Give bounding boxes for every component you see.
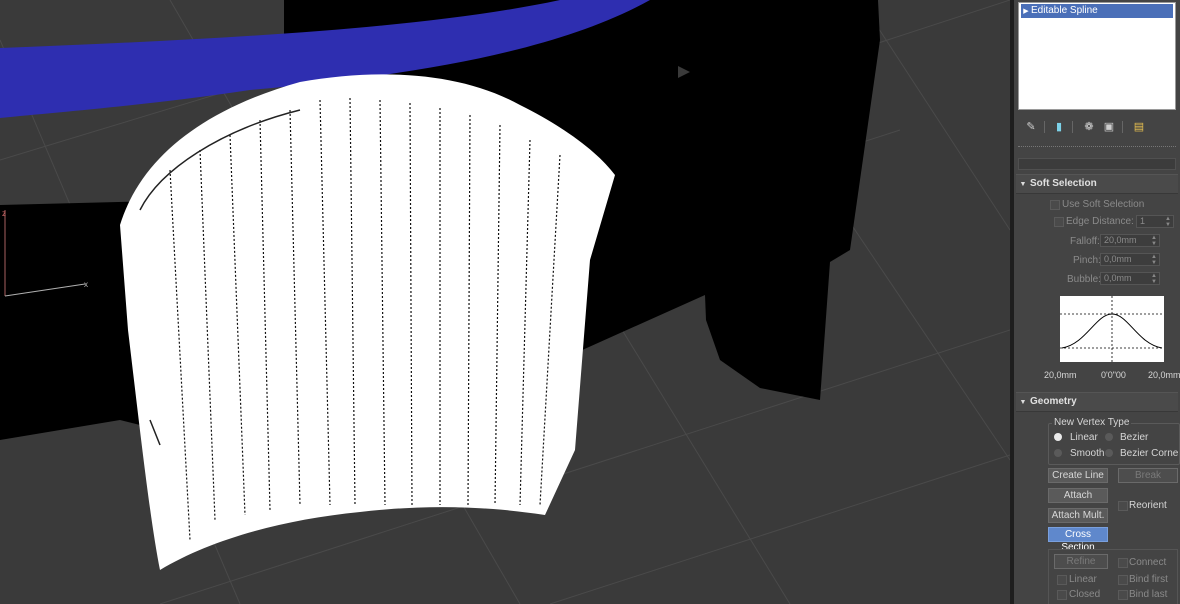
pinch-label: Pinch: — [1073, 255, 1101, 266]
vertex-type-linear-radio[interactable] — [1054, 433, 1062, 441]
show-end-result-icon[interactable]: ▮ — [1052, 120, 1066, 134]
attach-button[interactable]: Attach — [1048, 488, 1108, 503]
curve-left-label: 20,0mm — [1044, 370, 1077, 380]
bubble-value: 0,0mm — [1104, 273, 1132, 283]
curve-right-label: 20,0mm — [1148, 370, 1180, 380]
bind-last-label: Bind last — [1129, 589, 1168, 600]
modifier-stack-item-editable-spline[interactable]: ▶ Editable Spline — [1021, 4, 1173, 18]
bind-last-checkbox[interactable] — [1118, 590, 1128, 600]
bubble-label: Bubble: — [1067, 274, 1101, 285]
linear-label: Linear — [1069, 574, 1097, 585]
spinner-arrows-icon[interactable]: ▲ ▼ — [1165, 216, 1171, 228]
vertex-type-bezier-corner-radio[interactable] — [1105, 449, 1113, 457]
create-line-button[interactable]: Create Line — [1048, 468, 1108, 483]
viewport-scene: z x — [0, 0, 1010, 604]
spinner-arrows-icon[interactable]: ▲ ▼ — [1151, 273, 1157, 285]
collapsed-rollout-bar[interactable] — [1018, 158, 1176, 170]
bubble-spinner[interactable]: 0,0mm ▲ ▼ — [1100, 272, 1160, 285]
modifier-stack-list[interactable]: ▶ Editable Spline — [1018, 2, 1176, 110]
spinner-arrows-icon[interactable]: ▲ ▼ — [1151, 235, 1157, 247]
falloff-label: Falloff: — [1070, 236, 1100, 247]
vertex-type-linear-label: Linear — [1070, 432, 1098, 443]
attach-mult-button[interactable]: Attach Mult. — [1048, 508, 1108, 523]
edge-distance-checkbox[interactable] — [1054, 217, 1064, 227]
axis-x-label: x — [84, 280, 88, 289]
closed-checkbox[interactable] — [1057, 590, 1067, 600]
cross-section-button[interactable]: Cross Section — [1048, 527, 1108, 553]
edge-distance-value: 1 — [1140, 216, 1146, 226]
geometry-title: Geometry — [1030, 396, 1077, 407]
rollout-collapse-icon: ▼ — [1019, 181, 1027, 188]
falloff-curve-graph — [1060, 296, 1164, 362]
vertex-type-bezier-corner-label: Bezier Corne — [1120, 448, 1179, 459]
white-mesh-object — [120, 74, 615, 570]
rollout-collapse-icon: ▼ — [1019, 399, 1027, 406]
make-unique-icon[interactable]: ❁ — [1082, 120, 1096, 134]
vertex-type-smooth-radio[interactable] — [1054, 449, 1062, 457]
soft-selection-title: Soft Selection — [1030, 178, 1097, 189]
break-button[interactable]: Break — [1118, 468, 1178, 483]
expand-arrow-icon[interactable]: ▶ — [1021, 5, 1031, 19]
modifier-stack-toolbar: ✎ ▮ ❁ ▣ ▤ — [1018, 118, 1176, 138]
connect-label: Connect — [1129, 557, 1167, 568]
falloff-value: 20,0mm — [1104, 235, 1137, 245]
pinch-spinner[interactable]: 0,0mm ▲ ▼ — [1100, 253, 1160, 266]
falloff-spinner[interactable]: 20,0mm ▲ ▼ — [1100, 234, 1160, 247]
linear-checkbox[interactable] — [1057, 575, 1067, 585]
refine-button[interactable]: Refine — [1054, 554, 1108, 569]
configure-modifier-sets-icon[interactable]: ▤ — [1132, 120, 1146, 134]
toolbar-separator — [1072, 121, 1073, 133]
command-panel: ▶ Editable Spline ✎ ▮ ❁ ▣ ▤ ▼ Soft Selecti… — [1014, 0, 1180, 604]
soft-selection-rollout-header[interactable]: ▼ Soft Selection — [1016, 174, 1178, 194]
geometry-rollout-header[interactable]: ▼ Geometry — [1016, 392, 1178, 412]
reorient-label: Reorient — [1129, 500, 1167, 511]
closed-label: Closed — [1069, 589, 1101, 600]
connect-checkbox[interactable] — [1118, 558, 1128, 568]
bind-first-label: Bind first — [1129, 574, 1168, 585]
modifier-stack-item-label: Editable Spline — [1031, 5, 1098, 16]
use-soft-selection-label: Use Soft Selection — [1062, 199, 1145, 210]
curve-center-label: 0'0"00 — [1101, 370, 1126, 380]
use-soft-selection-checkbox[interactable] — [1050, 200, 1060, 210]
vertex-type-bezier-label: Bezier — [1120, 432, 1149, 443]
bind-first-checkbox[interactable] — [1118, 575, 1128, 585]
pinch-value: 0,0mm — [1104, 254, 1132, 264]
reorient-checkbox[interactable] — [1118, 501, 1128, 511]
new-vertex-type-label: New Vertex Type — [1052, 417, 1132, 428]
spinner-arrows-icon[interactable]: ▲ ▼ — [1151, 254, 1157, 266]
edge-distance-label: Edge Distance: — [1066, 216, 1134, 227]
remove-modifier-icon[interactable]: ▣ — [1102, 120, 1116, 134]
vertex-type-smooth-label: Smooth — [1070, 448, 1105, 459]
toolbar-separator — [1044, 121, 1045, 133]
toolbar-separator — [1122, 121, 1123, 133]
axis-z-label: z — [2, 209, 6, 218]
panel-drag-handle[interactable] — [1018, 146, 1176, 149]
pin-stack-icon[interactable]: ✎ — [1024, 120, 1038, 134]
viewport-perspective[interactable]: z x — [0, 0, 1010, 604]
vertex-type-bezier-radio[interactable] — [1105, 433, 1113, 441]
edge-distance-spinner[interactable]: 1 ▲ ▼ — [1136, 215, 1174, 228]
